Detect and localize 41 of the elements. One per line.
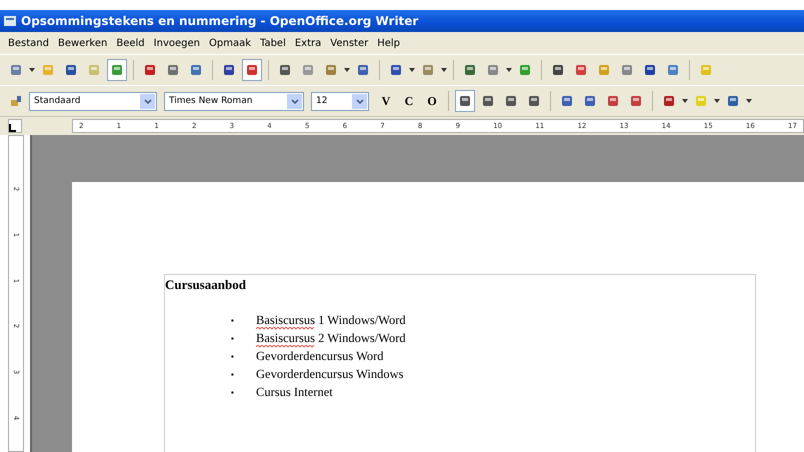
menu-item[interactable]: Bewerken xyxy=(58,38,108,48)
dropdown-arrow-icon[interactable] xyxy=(714,99,720,103)
tab-stop-icon xyxy=(9,124,17,132)
window-title: Opsommingstekens en nummering - OpenOffice.org Writer xyxy=(21,14,418,28)
text-style-button[interactable]: O xyxy=(422,90,442,112)
bullet: ▪ xyxy=(231,370,235,378)
menu-item[interactable]: Bestand xyxy=(8,38,49,48)
list-item-text: Cursus Internet xyxy=(256,384,333,400)
text-style-button[interactable]: C xyxy=(399,90,419,112)
autospell-tool-button[interactable] xyxy=(242,59,262,81)
menu-item[interactable]: Help xyxy=(377,38,400,48)
style-dropdown[interactable]: Standaard xyxy=(29,92,157,110)
app-icon xyxy=(3,14,17,28)
list-item-text: Basiscursus 1 Windows/Word xyxy=(256,312,406,328)
list-item-text: Gevorderdencursus Word xyxy=(256,348,384,364)
dropdown-arrow-icon[interactable] xyxy=(409,68,415,72)
heading: Cursusaanbod xyxy=(165,277,247,293)
text-style-button[interactable]: V xyxy=(376,90,396,112)
dropdown-arrow-icon[interactable] xyxy=(746,99,752,103)
align-left-tool-button[interactable] xyxy=(455,90,475,112)
bullet: ▪ xyxy=(231,334,235,342)
dropdown-arrow-icon[interactable] xyxy=(441,68,447,72)
bullet: ▪ xyxy=(231,388,235,396)
dropdown-arrow-icon[interactable] xyxy=(506,68,512,72)
font-size-dropdown[interactable]: 12 xyxy=(311,92,369,110)
menu-item[interactable]: Tabel xyxy=(260,38,286,48)
bullet: ▪ xyxy=(231,316,235,324)
menu-item[interactable]: Venster xyxy=(330,38,368,48)
menu-item[interactable]: Beeld xyxy=(116,38,145,48)
tab-stop-selector[interactable] xyxy=(8,119,22,133)
menu-item[interactable]: Invoegen xyxy=(154,38,200,48)
menu-item[interactable]: Extra xyxy=(294,38,322,48)
bullet: ▪ xyxy=(231,352,235,360)
font-dropdown[interactable]: Times New Roman xyxy=(164,92,304,110)
list-item-text: Basiscursus 2 Windows/Word xyxy=(256,330,406,346)
dropdown-arrow-icon[interactable] xyxy=(344,68,350,72)
edit-tool-button[interactable] xyxy=(107,59,127,81)
menu-item[interactable]: Opmaak xyxy=(208,38,251,48)
dropdown-arrow-icon[interactable] xyxy=(682,99,688,103)
list-item-text: Gevorderdencursus Windows xyxy=(256,366,404,382)
dropdown-arrow-icon[interactable] xyxy=(29,68,35,72)
